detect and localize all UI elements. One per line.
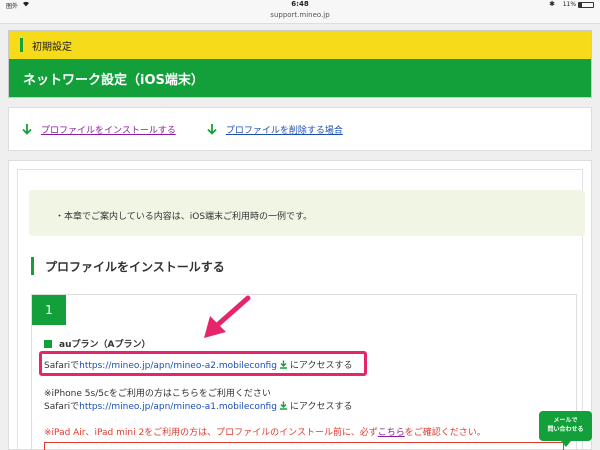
battery-indicator: 11% [563,1,594,8]
square-icon [44,339,52,348]
main-content: ・本章でご案内している内容は、iOS端末ご利用時の一例です。 プロファイルをイン… [8,160,592,450]
category-bar: 初期設定 [9,31,591,59]
email-contact-button[interactable]: メールで 問い合わせる [539,411,592,447]
install-profile-link[interactable]: プロファイルをインストールする [41,123,176,136]
page-title: ネットワーク設定（iOS端末） [23,72,204,88]
battery-icon [578,1,594,8]
ipad-warning: ※iPad Air、iPad mini 2をご利用の方は、プロファイルのインスト… [44,428,486,438]
pointer-arrow-icon [204,295,251,338]
instruction-line-a1: Safariでhttps://mineo.jp/apn/mineo-a1.mob… [44,401,353,412]
arrow-down-icon [207,124,217,135]
download-icon [279,360,287,369]
category-label: 初期設定 [32,41,72,53]
note-box: ・本章でご案内している内容は、iOS端末ご利用時の一例です。 [29,190,585,236]
config-link-a2[interactable]: https://mineo.jp/apn/mineo-a2.mobileconf… [79,361,277,371]
section-heading: プロファイルをインストールする [31,257,225,275]
plan-heading: auプラン（Aプラン） [44,337,150,350]
clock: 6:48 [291,0,309,8]
warning-link[interactable]: こちら [378,428,405,438]
status-bar: 圏外 6:48 ✱ 11% [0,0,600,11]
delete-profile-link[interactable]: プロファイルを削除する場合 [226,123,343,136]
warning-box [44,442,564,450]
iphone-note: ※iPhone 5s/5cをご利用の方はこちらをご利用ください [44,389,271,399]
install-link-item[interactable]: プロファイルをインストールする [21,123,176,136]
title-bar: ネットワーク設定（iOS端末） [9,59,591,97]
bluetooth-icon: ✱ [549,0,555,8]
delete-link-item[interactable]: プロファイルを削除する場合 [206,123,343,136]
address-bar[interactable]: support.mineo.jp [0,11,600,24]
section-title: プロファイルをインストールする [45,259,225,274]
anchor-links: プロファイルをインストールする プロファイルを削除する場合 [8,107,592,151]
arrow-down-icon [22,124,32,135]
config-link-a1[interactable]: https://mineo.jp/apn/mineo-a1.mobileconf… [79,402,277,412]
step-number: 1 [32,295,66,325]
instruction-line-a2: Safariでhttps://mineo.jp/apn/mineo-a2.mob… [44,360,353,371]
plan-label: auプラン（Aプラン） [59,340,151,350]
step-card: 1 auプラン（Aプラン） Safariでhttps://mineo.jp/ap… [31,294,577,450]
download-icon [279,401,287,410]
battery-percent: 11% [562,1,577,8]
page-header: 初期設定 ネットワーク設定（iOS端末） [8,30,592,98]
